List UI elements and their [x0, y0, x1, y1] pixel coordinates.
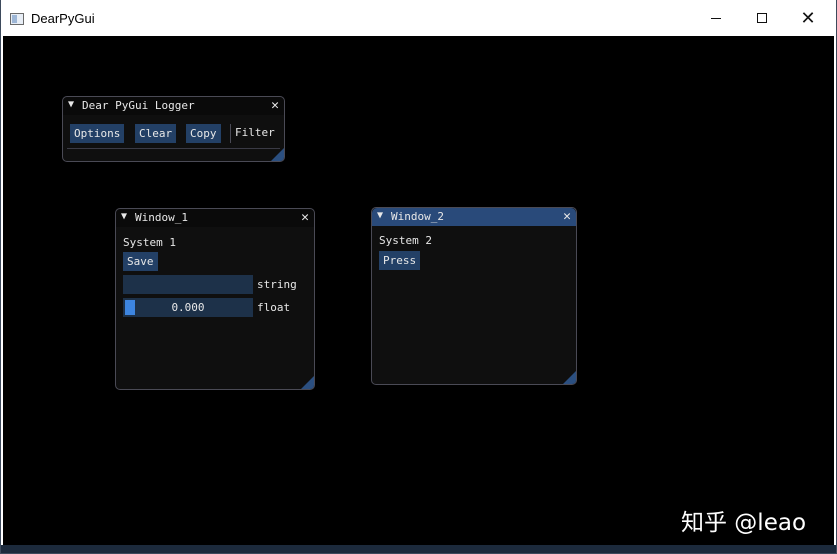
app-title: DearPyGui: [31, 11, 95, 26]
window-2[interactable]: ▼ Window_2 ✕ System 2 Press: [371, 207, 577, 385]
string-input[interactable]: [123, 275, 253, 294]
close-window-button[interactable]: ✕: [785, 0, 831, 36]
bottom-border: [0, 545, 837, 554]
app-icon: [10, 13, 24, 25]
collapse-icon[interactable]: ▼: [377, 210, 383, 221]
window-1[interactable]: ▼ Window_1 ✕ System 1 Save string 0.000 …: [115, 208, 315, 390]
close-icon[interactable]: ✕: [563, 209, 571, 224]
press-button[interactable]: Press: [379, 251, 421, 270]
logger-divider: [67, 148, 280, 149]
viewport: ▼ Dear PyGui Logger ✕ Options Clear Copy…: [3, 36, 834, 545]
clear-button[interactable]: Clear: [135, 124, 177, 143]
window-2-title: Window_2: [391, 210, 444, 223]
minimize-icon: [711, 17, 721, 19]
toolbar-separator: [230, 124, 231, 143]
window-1-title: Window_1: [135, 211, 188, 224]
app-titlebar[interactable]: DearPyGui ✕: [0, 0, 837, 36]
system-2-text: System 2: [379, 234, 432, 247]
close-icon: ✕: [800, 7, 816, 29]
close-icon[interactable]: ✕: [301, 210, 309, 225]
copy-button[interactable]: Copy: [186, 124, 221, 143]
collapse-icon[interactable]: ▼: [68, 99, 74, 110]
float-label: float: [257, 301, 291, 314]
close-icon[interactable]: ✕: [271, 98, 279, 113]
maximize-icon: [757, 13, 767, 23]
resize-grip-icon[interactable]: [271, 148, 284, 161]
float-slider[interactable]: 0.000: [123, 298, 253, 317]
save-button[interactable]: Save: [123, 252, 158, 271]
resize-grip-icon[interactable]: [301, 376, 314, 389]
float-slider-value: 0.000: [171, 301, 205, 314]
window-2-titlebar[interactable]: ▼ Window_2 ✕: [372, 208, 576, 226]
logger-titlebar[interactable]: ▼ Dear PyGui Logger ✕: [63, 97, 284, 115]
window-1-titlebar[interactable]: ▼ Window_1 ✕: [116, 209, 314, 227]
watermark: 知乎 @leao: [681, 510, 807, 536]
minimize-button[interactable]: [693, 0, 739, 36]
maximize-button[interactable]: [739, 0, 785, 36]
logger-window[interactable]: ▼ Dear PyGui Logger ✕ Options Clear Copy…: [62, 96, 285, 162]
system-1-text: System 1: [123, 236, 176, 249]
collapse-icon[interactable]: ▼: [121, 211, 127, 222]
options-button[interactable]: Options: [70, 124, 125, 143]
logger-title: Dear PyGui Logger: [82, 99, 195, 112]
filter-label: Filter: [235, 126, 275, 139]
resize-grip-icon[interactable]: [563, 371, 576, 384]
string-label: string: [257, 278, 297, 291]
